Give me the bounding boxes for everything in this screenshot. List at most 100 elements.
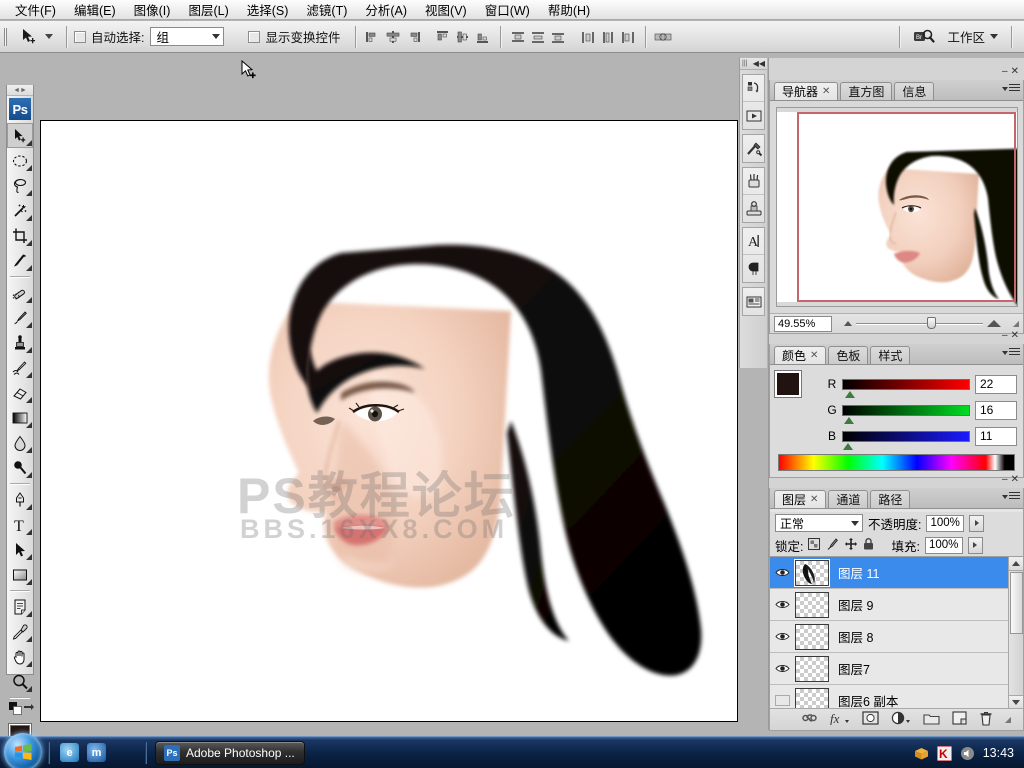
layer-visibility-icon[interactable] [772, 567, 792, 578]
menu-item-image[interactable]: 图像(I) [125, 0, 180, 21]
layer-thumbnail[interactable] [795, 655, 829, 682]
kaspersky-icon[interactable]: K [937, 745, 953, 761]
fill-stepper[interactable] [967, 536, 983, 554]
default-colors-icon[interactable] [9, 702, 22, 718]
resize-grip-icon[interactable]: ◢ [1005, 715, 1011, 724]
distribute-left-edges-icon[interactable] [578, 27, 598, 47]
minimize-icon[interactable]: – [1002, 474, 1008, 485]
lock-position-icon[interactable] [845, 537, 858, 553]
tool-slice[interactable] [7, 248, 33, 273]
opacity-input[interactable]: 100% [926, 514, 965, 532]
lock-image-pixels-icon[interactable] [826, 537, 839, 553]
layer-list[interactable]: 图层 11 图层 9 图层 8 图层7 图层6 副本 [770, 556, 1023, 708]
layers-panel-menu-button[interactable] [1002, 492, 1020, 501]
distribute-top-edges-icon[interactable] [508, 27, 528, 47]
menu-item-edit[interactable]: 编辑(E) [65, 0, 125, 21]
tool-pen[interactable] [7, 487, 33, 512]
tool-presets-panel-icon[interactable] [743, 135, 764, 162]
tool-eraser[interactable] [7, 380, 33, 405]
tool-path-selection[interactable] [7, 537, 33, 562]
tool-magic-wand[interactable] [7, 198, 33, 223]
toolbox-collapse-handle[interactable]: ◄► [7, 85, 33, 96]
show-transform-checkbox[interactable] [248, 30, 261, 43]
table-row[interactable]: 图层 11 [770, 557, 1023, 589]
fill-input[interactable]: 100% [924, 536, 963, 554]
new-fill-adjustment-layer-icon[interactable] [891, 711, 911, 728]
table-row[interactable]: 图层 8 [770, 621, 1023, 653]
menu-item-layer[interactable]: 图层(L) [179, 0, 237, 21]
align-vertical-centers-icon[interactable] [453, 27, 473, 47]
layer-list-scrollbar[interactable] [1008, 557, 1023, 708]
layer-name[interactable]: 图层 8 [832, 627, 873, 646]
tool-move[interactable] [7, 123, 33, 148]
tab-info[interactable]: 信息 [894, 82, 935, 100]
layer-name[interactable]: 图层 11 [832, 563, 879, 582]
tool-healing-brush[interactable] [7, 280, 33, 305]
layer-name[interactable]: 图层 9 [832, 595, 873, 614]
color-spectrum-ramp[interactable] [778, 454, 1015, 471]
clone-source-panel-icon[interactable] [743, 195, 764, 222]
tool-rectangle[interactable] [7, 562, 33, 587]
link-layers-icon[interactable] [801, 712, 818, 727]
new-group-icon[interactable] [923, 712, 940, 728]
tab-histogram[interactable]: 直方图 [840, 82, 893, 100]
channel-slider-r[interactable] [842, 378, 970, 398]
close-icon[interactable]: ✕ [810, 494, 818, 505]
lock-transparent-pixels-icon[interactable] [808, 537, 821, 553]
menu-item-analysis[interactable]: 分析(A) [356, 0, 416, 21]
document-canvas[interactable]: PS教程论坛 BBS.16XX8.COM [40, 120, 738, 722]
tool-blur[interactable] [7, 430, 33, 455]
bridge-button[interactable]: Br [907, 25, 941, 49]
tool-clone-stamp[interactable] [7, 330, 33, 355]
move-tool-icon[interactable] [17, 25, 41, 49]
brushes-panel-icon[interactable] [743, 168, 764, 195]
auto-select-checkbox[interactable] [74, 30, 86, 43]
scroll-down-icon[interactable] [1009, 695, 1023, 708]
layer-thumbnail[interactable] [795, 559, 829, 586]
start-button[interactable] [4, 733, 42, 768]
tool-notes[interactable] [7, 594, 33, 619]
package-icon[interactable] [914, 745, 930, 761]
tab-color[interactable]: 颜色 ✕ [774, 346, 827, 364]
tool-brush[interactable] [7, 305, 33, 330]
menu-item-file[interactable]: 文件(F) [6, 0, 65, 21]
paragraph-panel-icon[interactable] [743, 255, 764, 282]
zoom-slider[interactable] [838, 317, 1007, 329]
layer-thumbnail[interactable] [795, 687, 829, 708]
distribute-vertical-centers-icon[interactable] [528, 27, 548, 47]
menu-item-select[interactable]: 选择(S) [238, 0, 298, 21]
align-bottom-edges-icon[interactable] [473, 27, 493, 47]
dock-collapse-header[interactable]: ||| ◀◀ [740, 58, 767, 70]
tool-hand[interactable] [7, 644, 33, 669]
close-icon[interactable]: ✕ [810, 350, 818, 361]
layer-name[interactable]: 图层6 副本 [832, 691, 898, 708]
current-tool-preview[interactable] [11, 22, 59, 52]
align-right-edges-icon[interactable] [403, 27, 423, 47]
tool-horizontal-type[interactable]: T [7, 512, 33, 537]
character-panel-icon[interactable]: A [743, 228, 764, 255]
scrollbar-thumb[interactable] [1010, 572, 1023, 634]
maxthon-icon[interactable]: m [87, 743, 106, 762]
menu-item-help[interactable]: 帮助(H) [539, 0, 599, 21]
zoom-level-input[interactable]: 49.55% [774, 315, 832, 332]
layer-visibility-icon[interactable] [772, 695, 792, 706]
tab-navigator[interactable]: 导航器 ✕ [774, 82, 839, 100]
add-layer-mask-icon[interactable] [862, 711, 879, 728]
distribute-horizontal-centers-icon[interactable] [598, 27, 618, 47]
close-icon[interactable]: ✕ [1011, 66, 1019, 77]
auto-select-scope-dropdown[interactable]: 组 [150, 27, 225, 46]
navigator-thumbnail[interactable] [776, 107, 1018, 307]
canvas-surface[interactable]: PS教程论坛 BBS.16XX8.COM [41, 121, 737, 721]
tab-paths[interactable]: 路径 [870, 490, 911, 508]
volume-icon[interactable] [960, 745, 976, 761]
channel-slider-g[interactable] [842, 404, 970, 424]
layer-name[interactable]: 图层7 [832, 659, 870, 678]
layer-visibility-icon[interactable] [772, 663, 792, 674]
layer-visibility-icon[interactable] [772, 631, 792, 642]
channel-slider-b[interactable] [842, 430, 970, 450]
tab-layers[interactable]: 图层 ✕ [774, 490, 827, 508]
tool-eyedropper[interactable] [7, 619, 33, 644]
channel-value-r[interactable]: 22 [975, 374, 1017, 394]
tool-preset-chevron-icon[interactable] [45, 34, 53, 39]
zoom-in-icon[interactable] [986, 320, 1001, 327]
